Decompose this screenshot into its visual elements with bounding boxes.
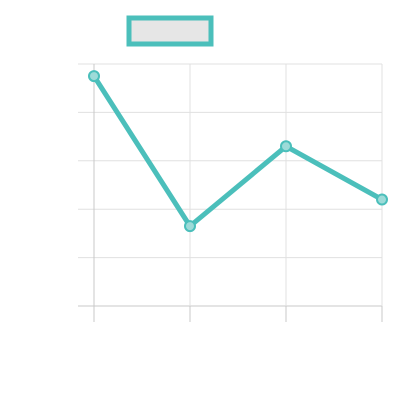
data-point[interactable]	[280, 140, 292, 153]
grid	[78, 63, 383, 307]
axes	[93, 306, 383, 322]
data-point[interactable]	[376, 193, 388, 206]
legend[interactable]	[126, 15, 214, 47]
legend-swatch[interactable]	[126, 15, 214, 47]
line-chart	[0, 0, 400, 400]
data-point[interactable]	[184, 220, 196, 233]
series-line	[91, 73, 385, 229]
chart-canvas	[78, 15, 388, 322]
data-point[interactable]	[88, 70, 100, 83]
series-layer	[88, 70, 388, 233]
